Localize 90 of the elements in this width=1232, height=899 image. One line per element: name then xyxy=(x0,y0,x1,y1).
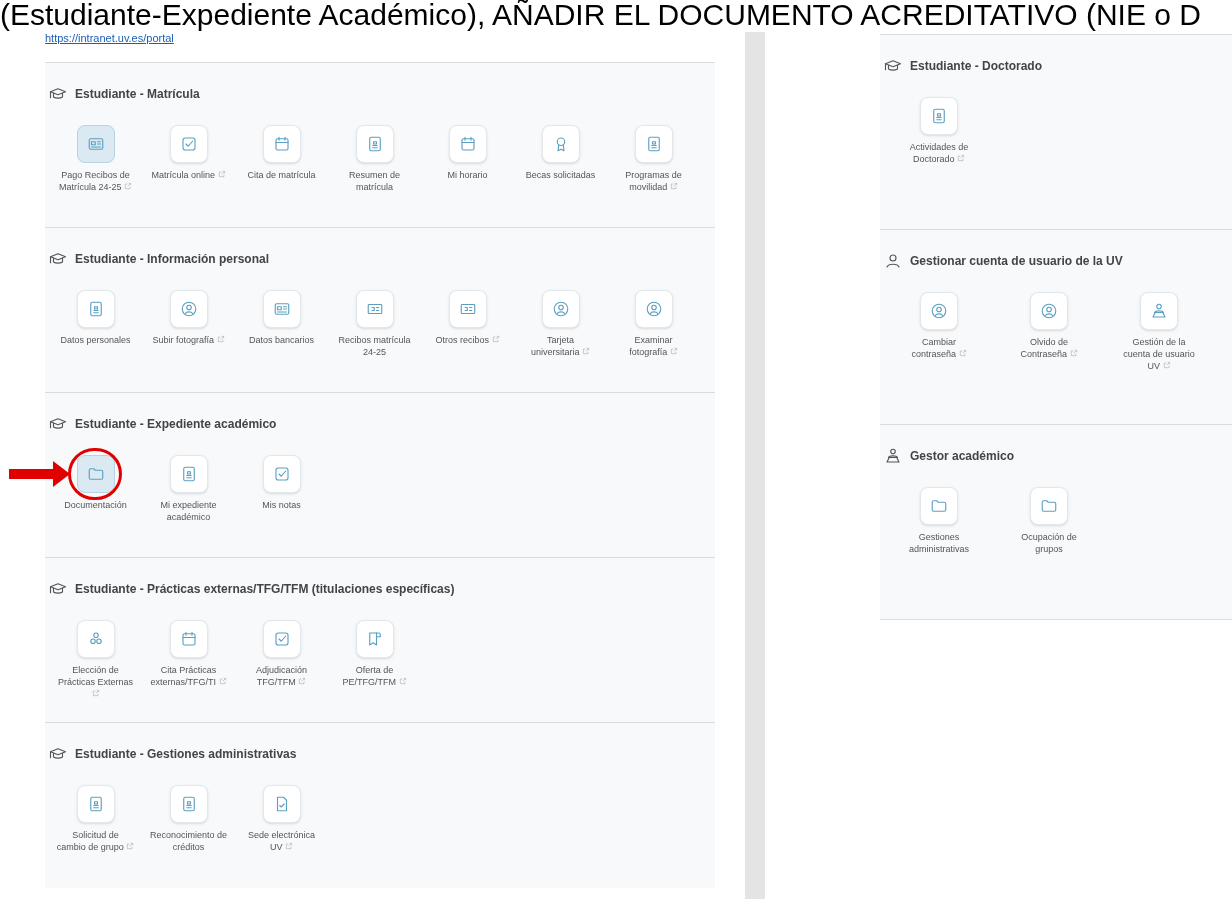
shortcut-tile[interactable] xyxy=(920,292,958,330)
checkbox-icon xyxy=(272,465,291,483)
shortcut-tile[interactable] xyxy=(920,487,958,525)
shortcut-label: Adjudicación TFG/TFM xyxy=(254,664,308,688)
shortcut-label: Mi expediente académico xyxy=(159,499,218,523)
shortcut-tile[interactable] xyxy=(262,290,301,328)
folder-icon xyxy=(86,465,105,483)
shortcut-tile[interactable] xyxy=(76,290,115,328)
shortcut-label: Tarjeta universitaria xyxy=(521,334,600,358)
shortcut-label: Gestiones administrativas xyxy=(908,531,970,555)
checkbox-icon xyxy=(272,630,291,648)
user-circle-icon xyxy=(551,300,570,318)
shortcut-tile[interactable] xyxy=(920,97,958,135)
shortcut-tile[interactable] xyxy=(76,785,115,823)
folder-icon xyxy=(1040,497,1058,515)
id-card-icon xyxy=(272,300,291,318)
shortcut-tile[interactable] xyxy=(1030,487,1068,525)
shortcut-label: Oferta de PE/TFG/TFM xyxy=(335,664,414,688)
shortcut-tile[interactable] xyxy=(262,455,301,493)
shortcut-label: Actividades de Doctorado xyxy=(908,141,970,165)
shortcut-tile[interactable] xyxy=(1140,292,1178,330)
user-circle-icon xyxy=(1040,302,1058,320)
folder-icon xyxy=(930,497,948,515)
person-desk-icon xyxy=(884,447,902,465)
id-card-icon xyxy=(86,135,105,153)
shortcut-tile[interactable] xyxy=(262,785,301,823)
shortcut-tile[interactable] xyxy=(169,125,208,163)
shortcut-label: Datos personales xyxy=(60,334,131,346)
shortcut-label: Otros recibos xyxy=(435,334,500,346)
shortcut-label: Elección de Prácticas Externas xyxy=(56,664,135,700)
section-title: Gestor académico xyxy=(910,448,1015,465)
shortcut-tile[interactable] xyxy=(262,620,301,658)
person-desk-icon xyxy=(1150,302,1168,320)
user-icon xyxy=(884,252,902,270)
section-title: Estudiante - Doctorado xyxy=(910,58,1042,75)
shortcut-label: Cita Prácticas externas/TFG/TI xyxy=(149,664,228,688)
user-circle-icon xyxy=(179,300,198,318)
shortcut-label: Examinar fotografía xyxy=(614,334,693,358)
shortcut-label: Documentación xyxy=(64,499,127,511)
shortcut-label: Ocupación de grupos xyxy=(1020,531,1078,555)
section-title: Estudiante - Expediente académico xyxy=(75,416,277,433)
shortcut-label: Becas solicitadas xyxy=(525,169,596,181)
shortcut-tile[interactable] xyxy=(634,125,673,163)
shortcut-tile[interactable] xyxy=(541,290,580,328)
shortcut-tile[interactable] xyxy=(1030,292,1068,330)
shortcut-label: Sede electrónica UV xyxy=(246,829,316,853)
shortcut-label: Programas de movilidad xyxy=(624,169,683,193)
shortcut-tile[interactable] xyxy=(262,125,301,163)
shortcut-label: Matrícula online xyxy=(151,169,226,181)
shortcut-tile[interactable] xyxy=(169,455,208,493)
shortcut-label: Gestión de la cuenta de usuario UV xyxy=(1122,336,1196,372)
portal-link[interactable]: https://intranet.uv.es/portal xyxy=(45,30,174,47)
document-icon xyxy=(930,107,948,125)
shortcut-tile[interactable] xyxy=(76,620,115,658)
shortcut-tile[interactable] xyxy=(76,125,115,163)
section-title: Gestionar cuenta de usuario de la UV xyxy=(910,253,1123,270)
shortcut-tile[interactable] xyxy=(355,125,394,163)
shortcut-label: Subir fotografía xyxy=(152,334,225,346)
shortcut-tile[interactable] xyxy=(355,290,394,328)
shortcut-tile[interactable] xyxy=(76,455,115,493)
shortcut-label: Datos bancarios xyxy=(248,334,314,346)
checkbox-icon xyxy=(179,135,198,153)
shortcut-tile[interactable] xyxy=(448,290,487,328)
user-circle-icon xyxy=(930,302,948,320)
shortcut-tile[interactable] xyxy=(169,785,208,823)
shortcut-label: Reconocimiento de créditos xyxy=(149,829,228,853)
user-circle-icon xyxy=(644,300,663,318)
shortcut-label: Cambiar contraseña xyxy=(900,336,978,360)
shortcut-label: Olvido de Contraseña xyxy=(1010,336,1088,360)
calendar-icon xyxy=(272,135,291,153)
shortcut-label: Resumen de matrícula xyxy=(348,169,401,193)
shortcut-tile[interactable] xyxy=(169,290,208,328)
shortcut-tile[interactable] xyxy=(634,290,673,328)
section-title: Estudiante - Gestiones administrativas xyxy=(75,746,297,763)
calendar-icon xyxy=(458,135,477,153)
arrow-icon xyxy=(9,460,71,488)
shortcut-tile[interactable] xyxy=(448,125,487,163)
shortcut-tile[interactable] xyxy=(169,620,208,658)
shortcut-label: Pago Recibos de Matrícula 24-25 xyxy=(58,169,133,193)
section-title: Estudiante - Prácticas externas/TFG/TFM (titulaciones específicas) xyxy=(75,581,455,598)
shortcut-label: Solicitud de cambio de grupo xyxy=(56,829,135,853)
shortcut-label: Mis notas xyxy=(262,499,301,511)
shortcut-label: Recibos matrícula 24-25 xyxy=(337,334,412,358)
shortcut-label: Mi horario xyxy=(447,169,488,181)
section-title: Estudiante - Información personal xyxy=(75,251,270,268)
shortcut-tile[interactable] xyxy=(541,125,580,163)
calendar-icon xyxy=(179,630,198,648)
shortcut-label: Cita de matrícula xyxy=(247,169,316,181)
section-title: Estudiante - Matrícula xyxy=(75,86,200,103)
shortcut-tile[interactable] xyxy=(355,620,394,658)
